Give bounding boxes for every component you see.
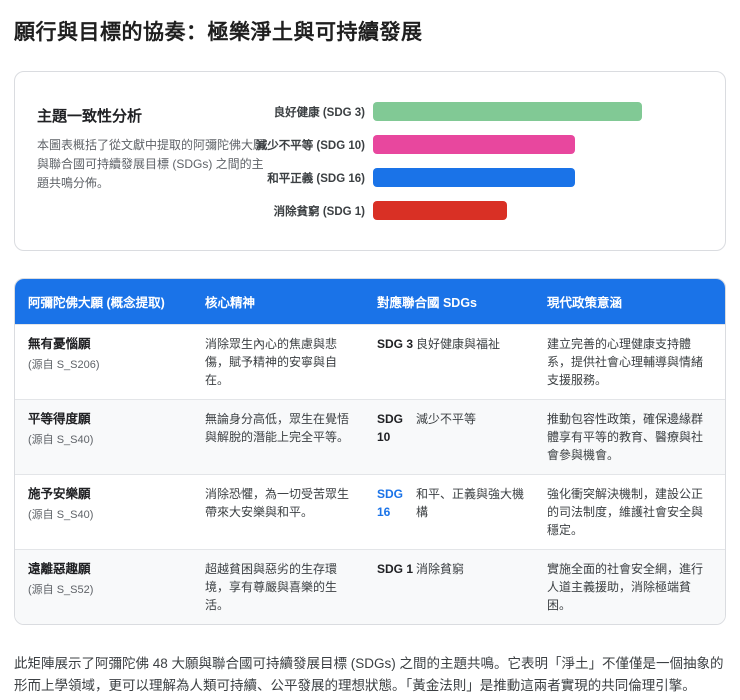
vow-source: (源自 S_S52): [28, 583, 94, 596]
policy-cell: 強化衝突解決機制，建設公正的司法制度，維護社會安全與穩定。: [547, 487, 704, 537]
sdg-name: 和平、正義與強大機構: [416, 487, 525, 519]
bar-label: 減少不平等 (SDG 10): [255, 139, 365, 152]
vow-name: 平等得度願: [28, 412, 91, 426]
bar-track: [373, 102, 709, 121]
core-spirit-cell: 消除眾生內心的焦慮與悲傷，賦予精神的安寧與自在。: [205, 337, 338, 387]
chart-bar: [373, 135, 575, 154]
chart-bar-row: 和平正義 (SDG 16): [255, 161, 709, 194]
vow-source: (源自 S_S206): [28, 358, 100, 371]
core-spirit-cell: 消除恐懼，為一切受苦眾生帶來大安樂與和平。: [205, 487, 350, 519]
table-row: 遠離惡趣願 (源自 S_S52) 超越貧困與惡劣的生存環境，享有尊嚴與喜樂的生活…: [15, 549, 725, 624]
vow-source: (源自 S_S40): [28, 433, 94, 446]
column-header-policy: 現代政策意涵: [547, 296, 623, 310]
table-row: 無有憂惱願 (源自 S_S206) 消除眾生內心的焦慮與悲傷，賦予精神的安寧與自…: [15, 324, 725, 399]
table-row: 施予安樂願 (源自 S_S40) 消除恐懼，為一切受苦眾生帶來大安樂與和平。 S…: [15, 474, 725, 549]
sdg-name: 消除貧窮: [416, 562, 465, 576]
page-title: 願行與目標的協奏：極樂淨土與可持續發展: [14, 21, 423, 44]
bar-label: 消除貧窮 (SDG 1): [273, 205, 365, 218]
bar-track: [373, 201, 709, 220]
sdg-code: SDG 16: [377, 487, 404, 519]
vow-name: 施予安樂願: [28, 487, 91, 501]
table-header-row: 阿彌陀佛大願 (概念提取) 核心精神 對應聯合國 SDGs 現代政策意涵: [15, 279, 725, 324]
policy-cell: 建立完善的心理健康支持體系，提供社會心理輔導與情緒支援服務。: [547, 337, 704, 387]
card-heading: 主題一致性分析: [37, 108, 143, 125]
chart-bar-row: 良好健康 (SDG 3): [255, 95, 709, 128]
sdg-mapping-table: 阿彌陀佛大願 (概念提取) 核心精神 對應聯合國 SDGs 現代政策意涵 無有憂…: [14, 278, 726, 625]
sdg-code: SDG 10: [377, 412, 404, 444]
bar-track: [373, 135, 709, 154]
analysis-card-text: 主題一致性分析 本圖表概括了從文獻中提取的阿彌陀佛大願與聯合國可持續發展目標 (…: [15, 72, 277, 193]
column-header-vow: 阿彌陀佛大願 (概念提取): [28, 296, 165, 310]
sdg-code: SDG 1: [377, 562, 414, 576]
policy-cell: 實施全面的社會安全網，進行人道主義援助，消除極端貧困。: [547, 562, 704, 612]
card-description: 本圖表概括了從文獻中提取的阿彌陀佛大願與聯合國可持續發展目標 (SDGs) 之間…: [37, 138, 266, 190]
vow-source: (源自 S_S40): [28, 508, 94, 521]
sdg-name: 良好健康與福祉: [416, 337, 501, 351]
analysis-card: 主題一致性分析 本圖表概括了從文獻中提取的阿彌陀佛大願與聯合國可持續發展目標 (…: [14, 71, 726, 251]
chart-bar: [373, 102, 642, 121]
column-header-spirit: 核心精神: [205, 296, 256, 310]
core-spirit-cell: 超越貧困與惡劣的生存環境，享有尊嚴與喜樂的生活。: [205, 562, 338, 612]
sdg-code: SDG 3: [377, 337, 414, 351]
chart-bar: [373, 168, 575, 187]
column-header-sdg: 對應聯合國 SDGs: [377, 296, 478, 310]
sdg-name: 減少不平等: [416, 412, 477, 426]
core-spirit-cell: 無論身分高低，眾生在覺悟與解脫的潛能上完全平等。: [205, 412, 350, 444]
chart-bar: [373, 201, 508, 220]
bar-track: [373, 168, 709, 187]
bar-label: 良好健康 (SDG 3): [273, 106, 365, 119]
alignment-bar-chart: 良好健康 (SDG 3) 減少不平等 (SDG 10) 和平正義 (SDG 16) 消…: [255, 95, 709, 227]
policy-cell: 推動包容性政策，確保邊緣群體享有平等的教育、醫療與社會參與機會。: [547, 412, 704, 462]
table-row: 平等得度願 (源自 S_S40) 無論身分高低，眾生在覺悟與解脫的潛能上完全平等…: [15, 399, 725, 474]
summary-text: 此矩陣展示了阿彌陀佛 48 大願與聯合國可持續發展目標 (SDGs) 之間的主題…: [14, 656, 724, 693]
vow-name: 無有憂惱願: [28, 337, 91, 351]
vow-name: 遠離惡趣願: [28, 562, 91, 576]
bar-label: 和平正義 (SDG 16): [267, 172, 365, 185]
chart-bar-row: 消除貧窮 (SDG 1): [255, 194, 709, 227]
chart-bar-row: 減少不平等 (SDG 10): [255, 128, 709, 161]
